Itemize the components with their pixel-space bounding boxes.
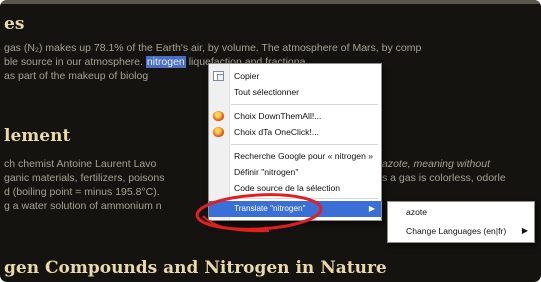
translate-submenu: azote Change Languages (en|fr) ▶ (387, 201, 535, 243)
paragraph-line-right: s a gas is colorless, odorle (382, 172, 506, 184)
menu-separator (231, 144, 378, 145)
copy-icon (213, 71, 224, 81)
section-heading: gen Compounds and Nitrogen in Nature (4, 258, 387, 278)
red-ellipse-annotation (195, 193, 323, 233)
section-heading: lement (4, 126, 71, 146)
downthemall-icon (213, 127, 224, 137)
menu-separator (231, 104, 378, 105)
menu-item-google-search[interactable]: Recherche Google pour « nitrogen » (209, 148, 381, 164)
paragraph-line: ch chemist Antoine Laurent Lavo (4, 158, 157, 170)
submenu-item-translation[interactable]: azote (388, 204, 534, 220)
section-heading: es (4, 14, 25, 34)
paragraph-line-right: azote, meaning without (382, 158, 490, 170)
menu-item-dta-oneclick[interactable]: Choix dTa OneClick!... (209, 124, 381, 140)
paragraph-line: ganic materials, fertilizers, poisons (4, 172, 165, 184)
menu-item-copy[interactable]: Copier (209, 68, 381, 84)
menu-item-select-all[interactable]: Tout sélectionner (209, 84, 381, 100)
paragraph-line: d (boiling point = minus 195.8°C). (4, 186, 160, 198)
submenu-arrow-icon: ▶ (368, 204, 375, 213)
submenu-arrow-icon: ▶ (521, 226, 528, 235)
top-border (0, 0, 541, 4)
selected-text[interactable]: nitrogen (145, 56, 186, 68)
paragraph-line: gas (N₂) makes up 78.1% of the Earth's a… (4, 42, 422, 54)
menu-item-downthemall[interactable]: Choix DownThemAll!... (209, 108, 381, 124)
submenu-item-change-languages[interactable]: Change Languages (en|fr) ▶ (388, 223, 534, 239)
paragraph-line: g a water solution of ammonium n (4, 200, 162, 212)
paragraph-line: as part of the makeup of biolog (4, 70, 149, 82)
downthemall-icon (213, 111, 224, 121)
menu-item-define[interactable]: Définir "nitrogen" (209, 164, 381, 180)
